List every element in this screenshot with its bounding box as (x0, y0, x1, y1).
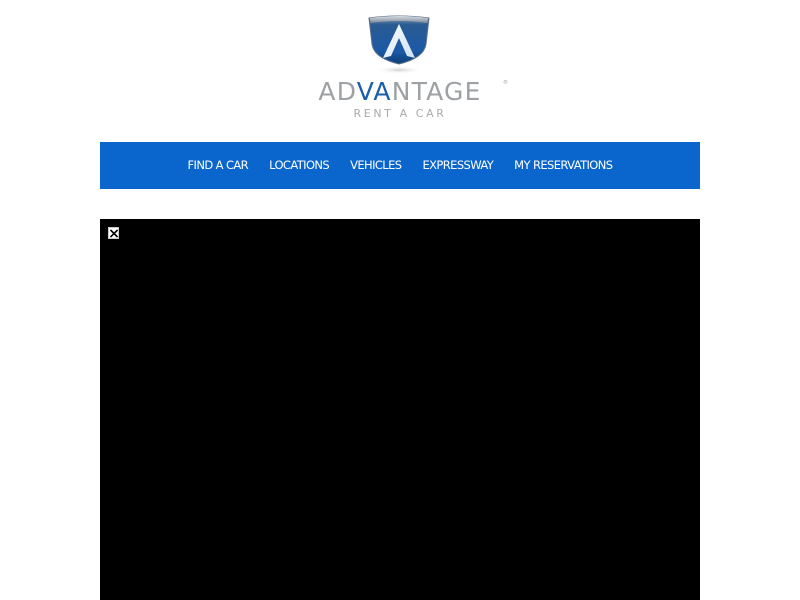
nav-locations[interactable]: LOCATIONS (269, 142, 330, 189)
brand-emblem-icon (368, 15, 430, 74)
site-header: ADVANTAGE ® RENT A CAR (0, 0, 800, 142)
brand-wordmark-text: ADVANTAGE (318, 77, 481, 106)
nav-find-a-car[interactable]: FIND A CAR (188, 142, 249, 189)
nav-expressway[interactable]: EXPRESSWAY (422, 142, 493, 189)
close-icon (110, 229, 118, 238)
nav-vehicles[interactable]: VEHICLES (350, 142, 402, 189)
nav-my-reservations[interactable]: MY RESERVATIONS (514, 142, 613, 189)
registered-mark: ® (503, 79, 508, 86)
media-panel[interactable] (100, 219, 700, 600)
svg-text:ADVANTAGE: ADVANTAGE (318, 77, 481, 106)
brand-tagline: RENT A CAR (353, 107, 447, 120)
page: ADVANTAGE ® RENT A CAR FIND A CAR LOCATI… (0, 0, 800, 600)
brand-wordmark: ADVANTAGE ® (318, 77, 508, 106)
close-button[interactable] (108, 227, 119, 239)
main-navigation: FIND A CAR LOCATIONS VEHICLES EXPRESSWAY… (100, 142, 700, 189)
brand-logo-link[interactable]: ADVANTAGE ® RENT A CAR (290, 12, 510, 124)
